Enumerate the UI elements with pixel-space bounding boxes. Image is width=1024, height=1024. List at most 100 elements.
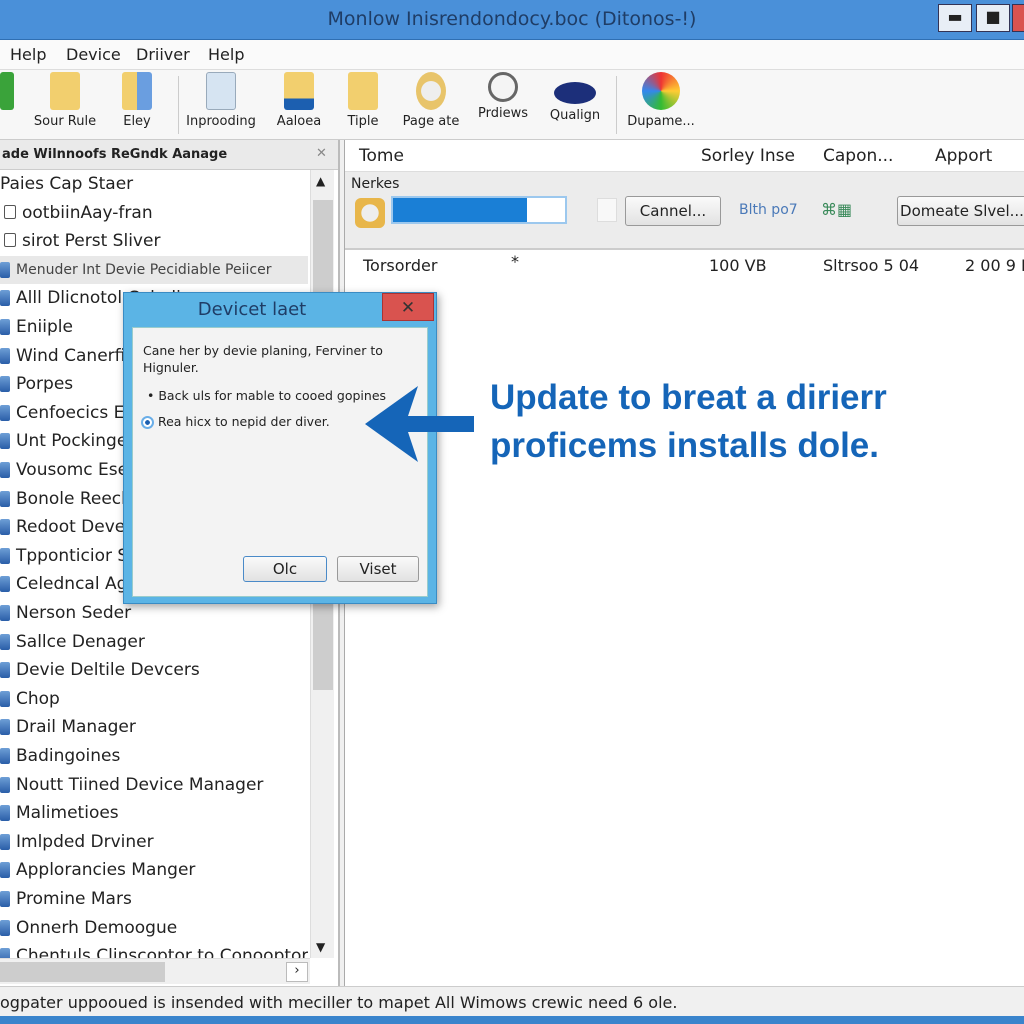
- annotation-line-2: proficems installs dole.: [490, 426, 879, 465]
- device-icon: [0, 519, 10, 536]
- row-version: Sltrsoo 5 04: [823, 256, 920, 275]
- device-icon: [0, 862, 10, 879]
- window-title: Monlow Inisrendondocy.boc (Ditonos-!): [327, 8, 697, 30]
- device-list-item-label: Onnerh Demoogue: [16, 917, 178, 938]
- title-bar: Monlow Inisrendondocy.boc (Ditonos-!) ▬ …: [0, 0, 1024, 40]
- dialog-option-2[interactable]: Rea hicx to nepid der diver.: [141, 414, 330, 429]
- column-sorley[interactable]: Sorley Inse: [701, 146, 795, 166]
- progress-area: Nerkes Cannel... Blth po7 ⌘▦ Domeate Slv…: [345, 172, 1024, 250]
- column-capon[interactable]: Capon...: [823, 146, 893, 166]
- toolbar-button-tiple[interactable]: Tiple: [328, 72, 398, 129]
- device-icon: [0, 376, 10, 393]
- gears-icon: [416, 72, 446, 110]
- device-icon: [0, 433, 10, 450]
- menu-driver[interactable]: Driiver: [136, 45, 190, 64]
- device-icon: [0, 833, 10, 850]
- panel-close-icon[interactable]: ✕: [316, 146, 327, 161]
- dialog-title: Devicet laet: [197, 299, 307, 320]
- close-button[interactable]: ✕: [1012, 4, 1024, 32]
- menu-device[interactable]: Device: [66, 45, 121, 64]
- folder-shield-icon: [284, 72, 314, 110]
- device-list-item-label: Chop: [16, 688, 60, 709]
- device-list-item-label: Celedncal Ago: [16, 574, 138, 595]
- device-icon: [0, 633, 10, 650]
- device-list-item[interactable]: Chop: [0, 685, 308, 713]
- panel-title: ade Wilnnoofs ReGndk Aanage: [0, 140, 338, 170]
- device-icon: [0, 690, 10, 707]
- scrollbar-thumb[interactable]: [0, 962, 165, 982]
- device-list-item[interactable]: Badingoines: [0, 742, 308, 770]
- device-icon: [0, 805, 10, 822]
- toolbar-button-aaloea[interactable]: Aaloea: [264, 72, 334, 129]
- device-icon: [0, 490, 10, 507]
- annotation-line-1: Update to breat a dirierr: [490, 378, 887, 417]
- folder-icon: [348, 72, 378, 110]
- device-list-item[interactable]: Devie Deltile Devcers: [0, 656, 308, 684]
- device-list-item[interactable]: Sallce Denager: [0, 628, 308, 656]
- status-bar: ogpater uppooued is insended with mecill…: [0, 986, 1024, 1016]
- device-list-item[interactable]: Imlpded Drviner: [0, 828, 308, 856]
- device-list-item-label: Imlpded Drviner: [16, 831, 154, 852]
- device-icon: [0, 576, 10, 593]
- arrow-left-icon: [365, 386, 474, 462]
- toolbar-button-dupame[interactable]: Dupame...: [626, 72, 696, 129]
- device-list-item-label: Noutt Tiined Device Manager: [16, 774, 264, 795]
- menu-bar: Help Device Driiver Help: [0, 40, 1024, 70]
- row-name: Torsorder: [363, 256, 438, 275]
- viset-button[interactable]: Viset: [337, 556, 419, 582]
- device-icon: [0, 891, 10, 907]
- domeate-button[interactable]: Domeate Slvel...: [897, 196, 1024, 226]
- dialog-option-1[interactable]: • Back uls for mable to cooed gopines: [147, 388, 386, 403]
- horizontal-scrollbar[interactable]: ›: [0, 958, 310, 984]
- row-date: 2 00 9 M: [965, 256, 1024, 275]
- device-icon: [0, 776, 10, 793]
- column-apport[interactable]: Apport: [935, 146, 992, 166]
- cancel-button[interactable]: Cannel...: [625, 196, 721, 226]
- scroll-right-icon[interactable]: ›: [286, 962, 308, 982]
- dialog-message: Cane her by devie planing, Ferviner to H…: [143, 343, 383, 375]
- device-list-item-label: Redoot Devel: [16, 517, 130, 538]
- device-list-item-label: Promine Mars: [16, 889, 132, 909]
- progress-checkbox[interactable]: [597, 198, 617, 222]
- toolbar-button-eley[interactable]: Eley: [102, 72, 172, 129]
- device-list-item[interactable]: Promine Mars: [0, 885, 308, 913]
- magnifier-icon: [488, 72, 518, 102]
- radio-selected-icon[interactable]: [141, 416, 154, 429]
- toolbar-separator: [616, 76, 617, 134]
- menu-help[interactable]: Help: [10, 45, 46, 64]
- device-list-item[interactable]: Menuder Int Devie Pecidiable Peiicer: [0, 255, 308, 284]
- device-list-item[interactable]: ootbiinAay-fran: [0, 199, 308, 227]
- annotation-text: Update to breat a dirierr proficems inst…: [490, 374, 887, 470]
- device-icon: [0, 290, 10, 307]
- scroll-up-icon[interactable]: ▲: [316, 174, 325, 188]
- device-list-item[interactable]: Noutt Tiined Device Manager: [0, 771, 308, 799]
- window-border: [0, 1016, 1024, 1024]
- toolbar-button-qualign[interactable]: Qualign: [540, 72, 610, 123]
- device-list-item[interactable]: Applorancies Manger: [0, 856, 308, 884]
- device-list-item[interactable]: Paies Cap Staer: [0, 170, 308, 198]
- toolbar-button-inprooding[interactable]: Inprooding: [186, 72, 256, 129]
- device-icon: [0, 319, 10, 335]
- device-list-item-label: Drail Manager: [16, 717, 136, 738]
- column-headers: Tome Sorley Inse Capon... Apport: [345, 140, 1024, 172]
- toolbar-button-sour-rule[interactable]: Sour Rule: [30, 72, 100, 129]
- minimize-button[interactable]: ▬: [938, 4, 972, 32]
- device-list-item[interactable]: Drail Manager: [0, 713, 308, 741]
- maximize-button[interactable]: ■: [976, 4, 1010, 32]
- device-list-item[interactable]: Onnerh Demoogue: [0, 914, 308, 942]
- device-list-item[interactable]: Malimetioes: [0, 799, 308, 827]
- device-icon: [0, 605, 10, 621]
- network-icon: ⌘▦: [821, 200, 853, 219]
- menu-help-2[interactable]: Help: [208, 45, 244, 64]
- device-list-item[interactable]: sirot Perst Sliver: [0, 227, 308, 255]
- device-icon: [4, 204, 16, 219]
- dialog-close-button[interactable]: ✕: [382, 293, 434, 321]
- toolbar-button-page-ate[interactable]: Page ate: [396, 72, 466, 129]
- option-label: Rea hicx to nepid der diver.: [157, 414, 330, 429]
- toolbar-button-prdiews[interactable]: Prdiews: [468, 72, 538, 121]
- device-list-item-label: Malimetioes: [16, 803, 119, 824]
- table-row[interactable]: Torsorder * 100 VB Sltrsoo 5 04 2 00 9 M: [345, 252, 1024, 282]
- ok-button[interactable]: Olc: [243, 556, 327, 582]
- scroll-down-icon[interactable]: ▼: [316, 940, 325, 954]
- column-tome[interactable]: Tome: [359, 146, 404, 166]
